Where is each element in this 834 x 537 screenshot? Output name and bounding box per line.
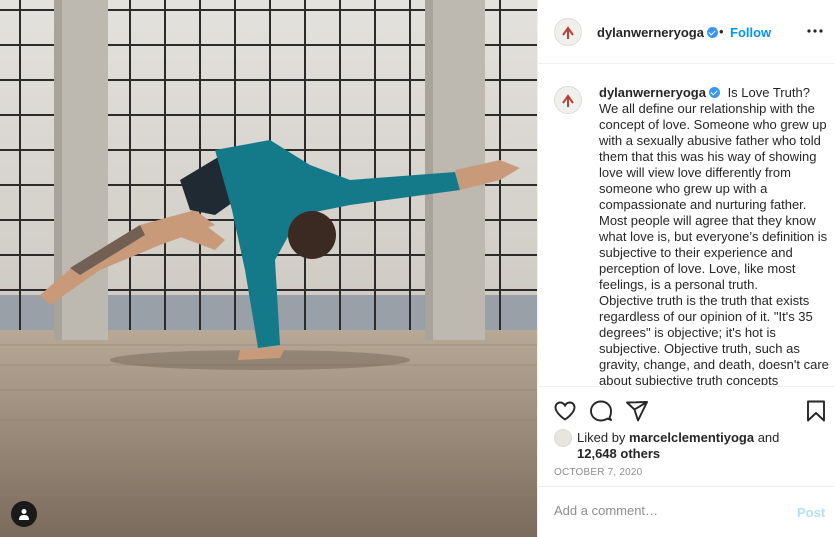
- post-details-panel: dylanwerneryoga • Follow dylanwerneryoga…: [537, 0, 834, 537]
- more-options-icon[interactable]: [806, 22, 824, 40]
- caption-line: We all define our relationship with the …: [599, 101, 828, 292]
- caption-line: Is Love Truth?: [727, 85, 810, 100]
- post-header: dylanwerneryoga • Follow: [538, 0, 834, 64]
- separator-dot: •: [719, 24, 724, 39]
- verified-badge-icon: [706, 27, 718, 38]
- header-username[interactable]: dylanwerneryoga: [597, 25, 718, 40]
- verified-badge-icon: [708, 87, 720, 98]
- avatar[interactable]: [554, 18, 582, 46]
- comment-bubble-icon[interactable]: [589, 399, 613, 423]
- post-caption: dylanwerneryoga Is Love Truth? We all de…: [599, 85, 831, 385]
- likes-count-link[interactable]: 12,648 others: [577, 446, 660, 461]
- caption-username[interactable]: dylanwerneryoga: [599, 85, 720, 100]
- yoga-pose-image: [0, 0, 537, 537]
- comment-input[interactable]: [554, 503, 774, 518]
- heart-icon[interactable]: [553, 399, 577, 423]
- add-comment-bar: Post: [538, 486, 834, 537]
- post-actions: Liked by marcelclementiyoga and 12,648 o…: [538, 386, 834, 486]
- avatar[interactable]: [554, 86, 582, 114]
- caption-line: Objective truth is the truth that exists…: [599, 293, 829, 385]
- liked-by-user-link[interactable]: marcelclementiyoga: [629, 430, 754, 445]
- follow-button[interactable]: Follow: [730, 25, 771, 40]
- bookmark-icon[interactable]: [804, 399, 828, 423]
- user-tag-icon[interactable]: [11, 501, 37, 527]
- liked-by-text: Liked by marcelclementiyoga and 12,648 o…: [577, 430, 780, 461]
- post-photo[interactable]: [0, 0, 537, 537]
- post-comment-button[interactable]: Post: [797, 505, 825, 520]
- post-date[interactable]: OCTOBER 7, 2020: [554, 467, 642, 478]
- caption-scroll-area[interactable]: dylanwerneryoga Is Love Truth? We all de…: [538, 65, 834, 385]
- avatar[interactable]: [554, 429, 572, 447]
- paper-plane-icon[interactable]: [625, 399, 649, 423]
